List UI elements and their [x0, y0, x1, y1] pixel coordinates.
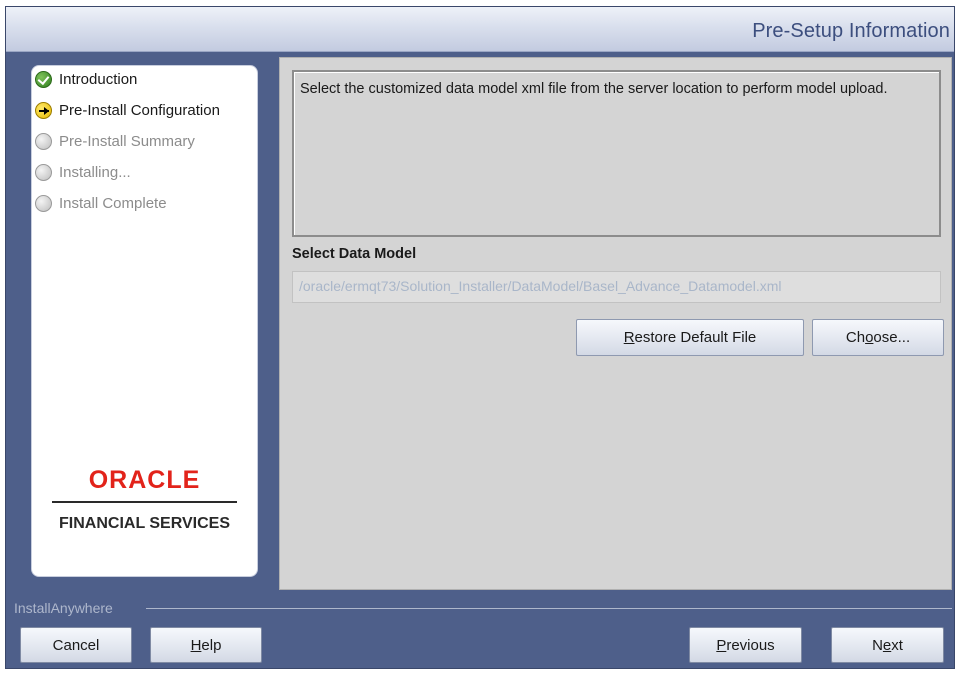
button-label-pre: Ch: [845, 329, 866, 346]
title-bar: Pre-Setup Information: [6, 7, 954, 52]
step-install-complete: Install Complete: [35, 193, 167, 213]
step-label: Install Complete: [59, 194, 167, 212]
step-label: Introduction: [59, 70, 138, 88]
mnemonic: e: [882, 636, 892, 654]
button-label: elp: [201, 636, 222, 654]
financial-services-logo-text: FINANCIAL SERVICES: [59, 515, 230, 532]
step-label: Pre-Install Configuration: [59, 101, 220, 119]
steps-panel: Introduction Pre-Install Configuration P…: [31, 65, 258, 577]
installer-window: Pre-Setup Information Introduction Pre-I…: [5, 6, 955, 669]
choose-button[interactable]: Choose...: [812, 319, 944, 356]
window-title: Pre-Setup Information: [752, 20, 950, 42]
next-button[interactable]: Next: [831, 627, 944, 663]
button-label: estore Default File: [634, 329, 757, 346]
mnemonic: R: [623, 329, 635, 346]
arrow-right-circle-icon: [35, 101, 52, 119]
button-label: Cancel: [52, 636, 100, 654]
empty-circle-icon: [35, 163, 52, 181]
restore-default-file-button[interactable]: Restore Default File: [576, 319, 804, 356]
empty-circle-icon: [35, 194, 52, 212]
data-model-path-field[interactable]: /oracle/ermqt73/Solution_Installer/DataM…: [292, 271, 941, 303]
button-label-pre: N: [872, 636, 883, 654]
button-label-post: xt: [891, 636, 903, 654]
button-label-post: ose...: [873, 329, 911, 346]
description-box: Select the customized data model xml fil…: [292, 70, 941, 237]
installanywhere-label: InstallAnywhere: [14, 600, 113, 616]
step-label: Pre-Install Summary: [59, 132, 195, 150]
step-pre-install-summary: Pre-Install Summary: [35, 131, 195, 151]
oracle-logo: ORACLE: [88, 466, 201, 494]
mnemonic: P: [716, 636, 727, 654]
cancel-button[interactable]: Cancel: [20, 627, 132, 663]
select-data-model-label: Select Data Model: [292, 246, 417, 262]
logo-divider: [52, 501, 237, 503]
content-panel: Select the customized data model xml fil…: [279, 57, 952, 590]
button-label: revious: [726, 636, 775, 654]
mnemonic: H: [190, 636, 202, 654]
previous-button[interactable]: Previous: [689, 627, 802, 663]
step-installing: Installing...: [35, 162, 131, 182]
empty-circle-icon: [35, 132, 52, 150]
help-button[interactable]: Help: [150, 627, 262, 663]
step-label: Installing...: [59, 163, 131, 181]
description-text: Select the customized data model xml fil…: [300, 81, 888, 97]
step-introduction: Introduction: [35, 69, 137, 89]
footer-divider: [146, 608, 952, 609]
step-pre-install-configuration: Pre-Install Configuration: [35, 100, 220, 120]
check-circle-icon: [35, 70, 52, 88]
